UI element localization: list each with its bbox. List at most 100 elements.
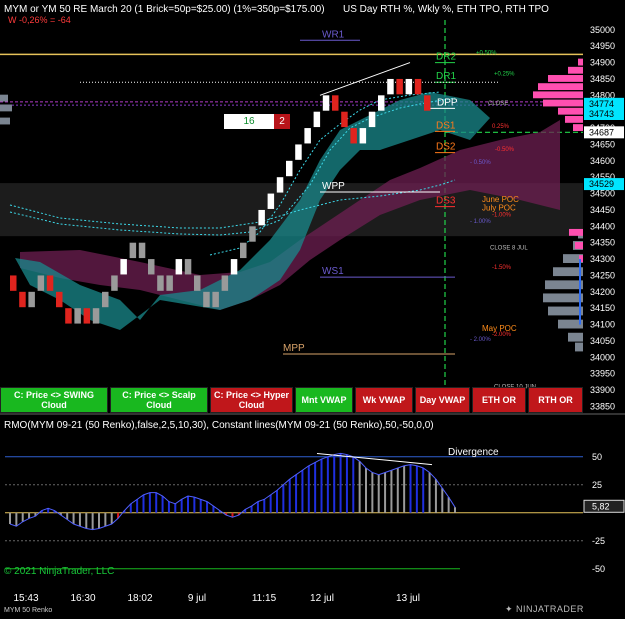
renko-brick — [184, 259, 192, 275]
rth-profile-bar — [568, 332, 583, 342]
renko-brick — [378, 95, 385, 111]
pct-label: +0.25% — [494, 72, 515, 78]
left-profile-bar — [0, 94, 8, 102]
time-tick: 16:30 — [70, 593, 95, 604]
toggle-button-rth-or[interactable]: RTH OR — [528, 387, 583, 413]
renko-brick — [56, 291, 63, 308]
copyright: © 2021 NinjaTrader, LLC — [4, 566, 115, 577]
renko-brick — [65, 308, 72, 324]
price-tick: 34650 — [590, 139, 615, 149]
toggle-button-c-price-swing-cloud[interactable]: C: Price <> SWING Cloud — [0, 387, 108, 413]
toggle-button-eth-or[interactable]: ETH OR — [472, 387, 526, 413]
toggle-button-day-vwap[interactable]: Day VWAP — [415, 387, 470, 413]
price-tick: 34150 — [590, 303, 615, 313]
pct-label: - 2.00% — [470, 337, 491, 343]
time-tick: 11:15 — [252, 593, 277, 604]
chart-subtitle: US Day RTH %, Wkly %, ETH TPO, RTH TPO — [343, 4, 549, 15]
toggle-button-mnt-vwap[interactable]: Mnt VWAP — [295, 387, 353, 413]
renko-brick — [286, 160, 293, 177]
price-marker-label: 34687 — [589, 127, 614, 137]
toggle-button-c-price-scalp-cloud[interactable]: C: Price <> Scalp Cloud — [110, 387, 208, 413]
renko-brick — [166, 275, 173, 291]
rth-profile-bar — [545, 280, 583, 290]
left-profile-bar — [0, 117, 10, 125]
price-marker-label: 34529 — [589, 179, 614, 189]
renko-brick — [129, 242, 137, 259]
time-tick: 18:02 — [127, 593, 152, 604]
pct-label: 0.25% — [492, 124, 510, 130]
renko-brick — [46, 275, 54, 291]
brick-count: 16 — [224, 114, 274, 129]
time-tick: 9 jul — [188, 593, 206, 604]
price-tick: 34250 — [590, 270, 615, 280]
rth-profile-bar — [575, 342, 583, 352]
time-tick: 13 jul — [396, 593, 420, 604]
eth-profile-bar — [548, 75, 583, 82]
price-tick: 34100 — [590, 320, 615, 330]
price-marker-label: 34743 — [589, 109, 614, 119]
poc-profile-bar — [569, 228, 583, 236]
price-tick: 33950 — [590, 369, 615, 379]
renko-brick — [295, 144, 302, 160]
renko-brick — [148, 259, 155, 275]
eth-profile-bar — [538, 83, 583, 91]
price-marker-label: 34774 — [589, 99, 614, 109]
renko-brick — [111, 275, 118, 291]
renko-brick — [332, 95, 339, 111]
rmo-line — [9, 452, 456, 531]
weekly-change: W -0,26% = -64 — [8, 15, 71, 25]
dr2-label: DR2 — [436, 52, 456, 63]
time-tick: 15:43 — [13, 593, 38, 604]
pct-label: -1.00% — [492, 213, 512, 219]
indicator-tick: 50 — [592, 452, 602, 462]
pct-label: +0.50% — [476, 50, 497, 56]
renko-brick — [83, 308, 91, 324]
wr1-label: WR1 — [322, 29, 345, 40]
renko-brick — [414, 78, 422, 95]
renko-brick — [350, 128, 357, 144]
pct-label: - 0.50% — [470, 160, 491, 166]
renko-brick — [74, 308, 81, 324]
renko-brick — [28, 291, 35, 308]
indicator-tick: -25 — [592, 536, 605, 546]
indicator-title: RMO(MYM 09-21 (50 Renko),false,2,5,10,30… — [4, 420, 434, 431]
renko-brick — [276, 177, 284, 193]
price-tick: 34450 — [590, 205, 615, 215]
renko-brick — [313, 111, 321, 128]
renko-brick — [267, 193, 275, 209]
divergence-label: Divergence — [448, 447, 499, 458]
indicator-value: 5,82 — [592, 501, 610, 511]
toggle-button-wk-vwap[interactable]: Wk VWAP — [355, 387, 413, 413]
renko-brick — [304, 128, 311, 144]
renko-brick — [424, 95, 431, 111]
renko-brick — [203, 291, 210, 308]
brick-remaining: 2 — [274, 114, 290, 129]
ds1-label: DS1 — [436, 120, 456, 131]
toggle-button-c-price-hyper-cloud[interactable]: C: Price <> Hyper Cloud — [210, 387, 293, 413]
renko-brick — [405, 78, 413, 95]
renko-brick — [359, 128, 367, 144]
renko-brick — [19, 291, 26, 308]
renko-brick — [194, 275, 201, 291]
june-poc-label: June POC — [482, 195, 519, 204]
ninjatrader-logo: ✦ NINJATRADER — [505, 604, 584, 615]
renko-brick — [258, 209, 265, 226]
chart-canvas[interactable]: WR1 DR2 DR1 DPP DS1 DS2 DS3 WPP WS1 MPP +0.50% +0.2… — [0, 0, 625, 619]
renko-brick — [230, 259, 238, 275]
dr1-label: DR1 — [436, 71, 456, 82]
eth-profile-bar — [578, 58, 583, 66]
chart-window: WR1 DR2 DR1 DPP DS1 DS2 DS3 WPP WS1 MPP +0.50% +0.2… — [0, 0, 625, 619]
eth-profile-bar — [573, 124, 583, 132]
renko-brick — [175, 259, 183, 275]
chart-title: MYM or YM 50 RE March 20 (1 Brick=50p=$2… — [4, 4, 325, 15]
left-profile-bar — [0, 104, 12, 112]
price-tick: 34600 — [590, 156, 615, 166]
price-tick: 33900 — [590, 385, 615, 395]
pct-label: -0.50% — [495, 147, 515, 153]
renko-brick — [240, 242, 247, 259]
close-label: CLOSE — [488, 101, 508, 107]
ds3-label: DS3 — [436, 196, 456, 207]
price-tick: 34900 — [590, 58, 615, 68]
dpp-label: DPP — [437, 97, 458, 108]
pct-label: -1.50% — [492, 265, 512, 271]
